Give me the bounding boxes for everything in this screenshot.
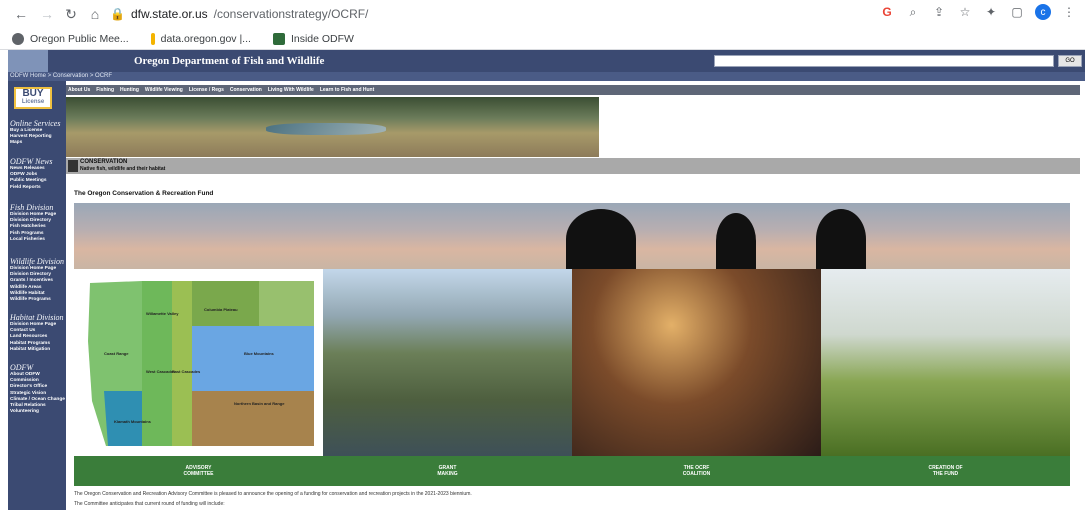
person-silhouette [816,209,866,269]
bird-icon [68,160,78,172]
url-host: dfw.state.or.us [130,7,208,21]
page-title: The Oregon Conservation & Recreation Fun… [74,190,214,197]
lock-icon: 🔒 [110,7,125,21]
map-label: Columbia Plateau [204,307,238,312]
site-search-input[interactable] [714,55,1054,67]
photo-tiles: Willamette Valley Coast Range West Casca… [74,269,1070,456]
nav-link[interactable]: About Us [68,85,90,95]
creation-of-fund-link[interactable]: CREATION OF THE FUND [821,456,1070,486]
sidebar-section: Wildlife Division Division Home Page Div… [10,257,66,303]
odfw-logo[interactable] [8,50,48,72]
sidebar-link[interactable]: Local Fisheries [10,237,66,243]
sidebar-link[interactable]: Maps [10,140,66,146]
grant-making-link[interactable]: GRANT MAKING [323,456,572,486]
map-label: Blue Mountains [244,351,274,356]
reload-icon[interactable]: ↻ [62,5,80,23]
sidebar-section: ODFW News News Releases ODFW Jobs Public… [10,157,66,191]
nav-link[interactable]: Wildlife Viewing [145,85,183,95]
address-bar[interactable]: 🔒 dfw.state.or.us/conservationstrategy/O… [110,4,890,24]
nav-link[interactable]: Learn to Fish and Hunt [320,85,374,95]
wetland-photo-tile[interactable] [323,269,572,456]
sidebar-heading: Wildlife Division [10,257,64,266]
site-title: Oregon Department of Fish and Wildlife [134,55,325,67]
nav-link[interactable]: License / Regs [189,85,224,95]
chart-icon [150,32,155,45]
site-header: Oregon Department of Fish and Wildlife G… [8,50,1085,72]
person-silhouette [716,213,756,269]
site-search-button[interactable]: GO [1058,55,1082,67]
ecoregion-map-tile[interactable]: Willamette Valley Coast Range West Casca… [74,269,323,456]
browser-toolbar: ← → ↻ ⌂ 🔒 dfw.state.or.us/conservationst… [0,0,1085,28]
map-label: East Cascades [172,369,201,374]
map-label: Klamath Mountains [114,419,151,424]
inside-odfw-icon [272,32,285,45]
nav-link[interactable]: Conservation [230,85,262,95]
main-content: About Us Fishing Hunting Wildlife Viewin… [66,81,1085,510]
breadcrumb[interactable]: ODFW Home > Conservation > OCRF [8,72,1085,81]
buy-license-button[interactable]: BUY License [14,87,52,109]
event-photo-tile[interactable] [572,269,821,456]
star-icon[interactable]: ☆ [957,4,973,20]
sidebar-section: ODFW About ODFW Commission Director's Of… [10,363,66,415]
left-sidebar: BUY License Online Services Buy a Licens… [8,81,66,510]
person-silhouette [566,209,636,269]
sidebar-link[interactable]: Volunteering [10,409,66,415]
paragraph: The Committee anticipates that current r… [74,501,225,507]
conservation-title: CONSERVATION [80,159,128,165]
oak-landscape-photo-tile[interactable] [821,269,1070,456]
map-label: West Cascades [146,369,176,374]
sidebar-link[interactable]: Field Reports [10,185,66,191]
sidebar-section: Online Services Buy a License Harvest Re… [10,119,66,147]
zoom-icon[interactable]: ⌕ [905,4,921,20]
sidebar-heading: Online Services [10,119,61,128]
forward-icon[interactable]: → [38,5,56,23]
profile-avatar[interactable]: c [1035,4,1051,20]
share-icon[interactable]: ⇪ [931,4,947,20]
nav-link[interactable]: Fishing [96,85,114,95]
ocrf-banner-image [74,203,1070,269]
menu-icon[interactable]: ⋮ [1061,4,1077,20]
url-path: /conservationstrategy/OCRF/ [213,7,369,21]
ocrf-coalition-link[interactable]: THE OCRF COALITION [572,456,821,486]
sidebar-section: Habitat Division Division Home Page Cont… [10,313,66,353]
extensions-icon[interactable]: ✦ [983,4,999,20]
bookmarks-bar: Oregon Public Mee... data.oregon.gov |..… [0,28,1085,50]
sidebar-heading: ODFW News [10,157,53,166]
sidebar-heading: ODFW [10,363,34,372]
sidebar-link[interactable]: Wildlife Programs [10,297,66,303]
conservation-subtitle: Native fish, wildlife and their habitat [80,166,166,172]
top-navigation: About Us Fishing Hunting Wildlife Viewin… [66,85,1080,95]
sidebar-link[interactable]: Habitat Mitigation [10,347,66,353]
bookmark-item[interactable]: data.oregon.gov |... [150,32,251,45]
bookmark-item[interactable]: Inside ODFW [272,32,354,45]
sidebar-section: Fish Division Division Home Page Divisio… [10,203,66,243]
globe-icon [12,32,24,45]
home-icon[interactable]: ⌂ [86,5,104,23]
ocrf-section-nav: ADVISORY COMMITTEE GRANT MAKING THE OCRF… [74,456,1070,486]
sidebar-heading: Habitat Division [10,313,64,322]
google-icon[interactable]: G [879,4,895,20]
map-label: Willamette Valley [146,311,179,316]
advisory-committee-link[interactable]: ADVISORY COMMITTEE [74,456,323,486]
nav-link[interactable]: Living With Wildlife [268,85,314,95]
map-label: Northern Basin and Range [234,401,285,406]
back-icon[interactable]: ← [12,5,30,23]
browser-actions: G ⌕ ⇪ ☆ ✦ ▢ c ⋮ [879,4,1077,20]
conservation-banner: CONSERVATION Native fish, wildlife and t… [66,158,1080,174]
browser-window: ← → ↻ ⌂ 🔒 dfw.state.or.us/conservationst… [0,0,1085,510]
bookmark-item[interactable]: Oregon Public Mee... [12,32,129,45]
sidepanel-icon[interactable]: ▢ [1009,4,1025,20]
sidebar-heading: Fish Division [10,203,54,212]
nav-link[interactable]: Hunting [120,85,139,95]
hero-image [66,97,599,157]
map-label: Coast Range [104,351,129,356]
paragraph: The Oregon Conservation and Recreation A… [74,491,472,497]
